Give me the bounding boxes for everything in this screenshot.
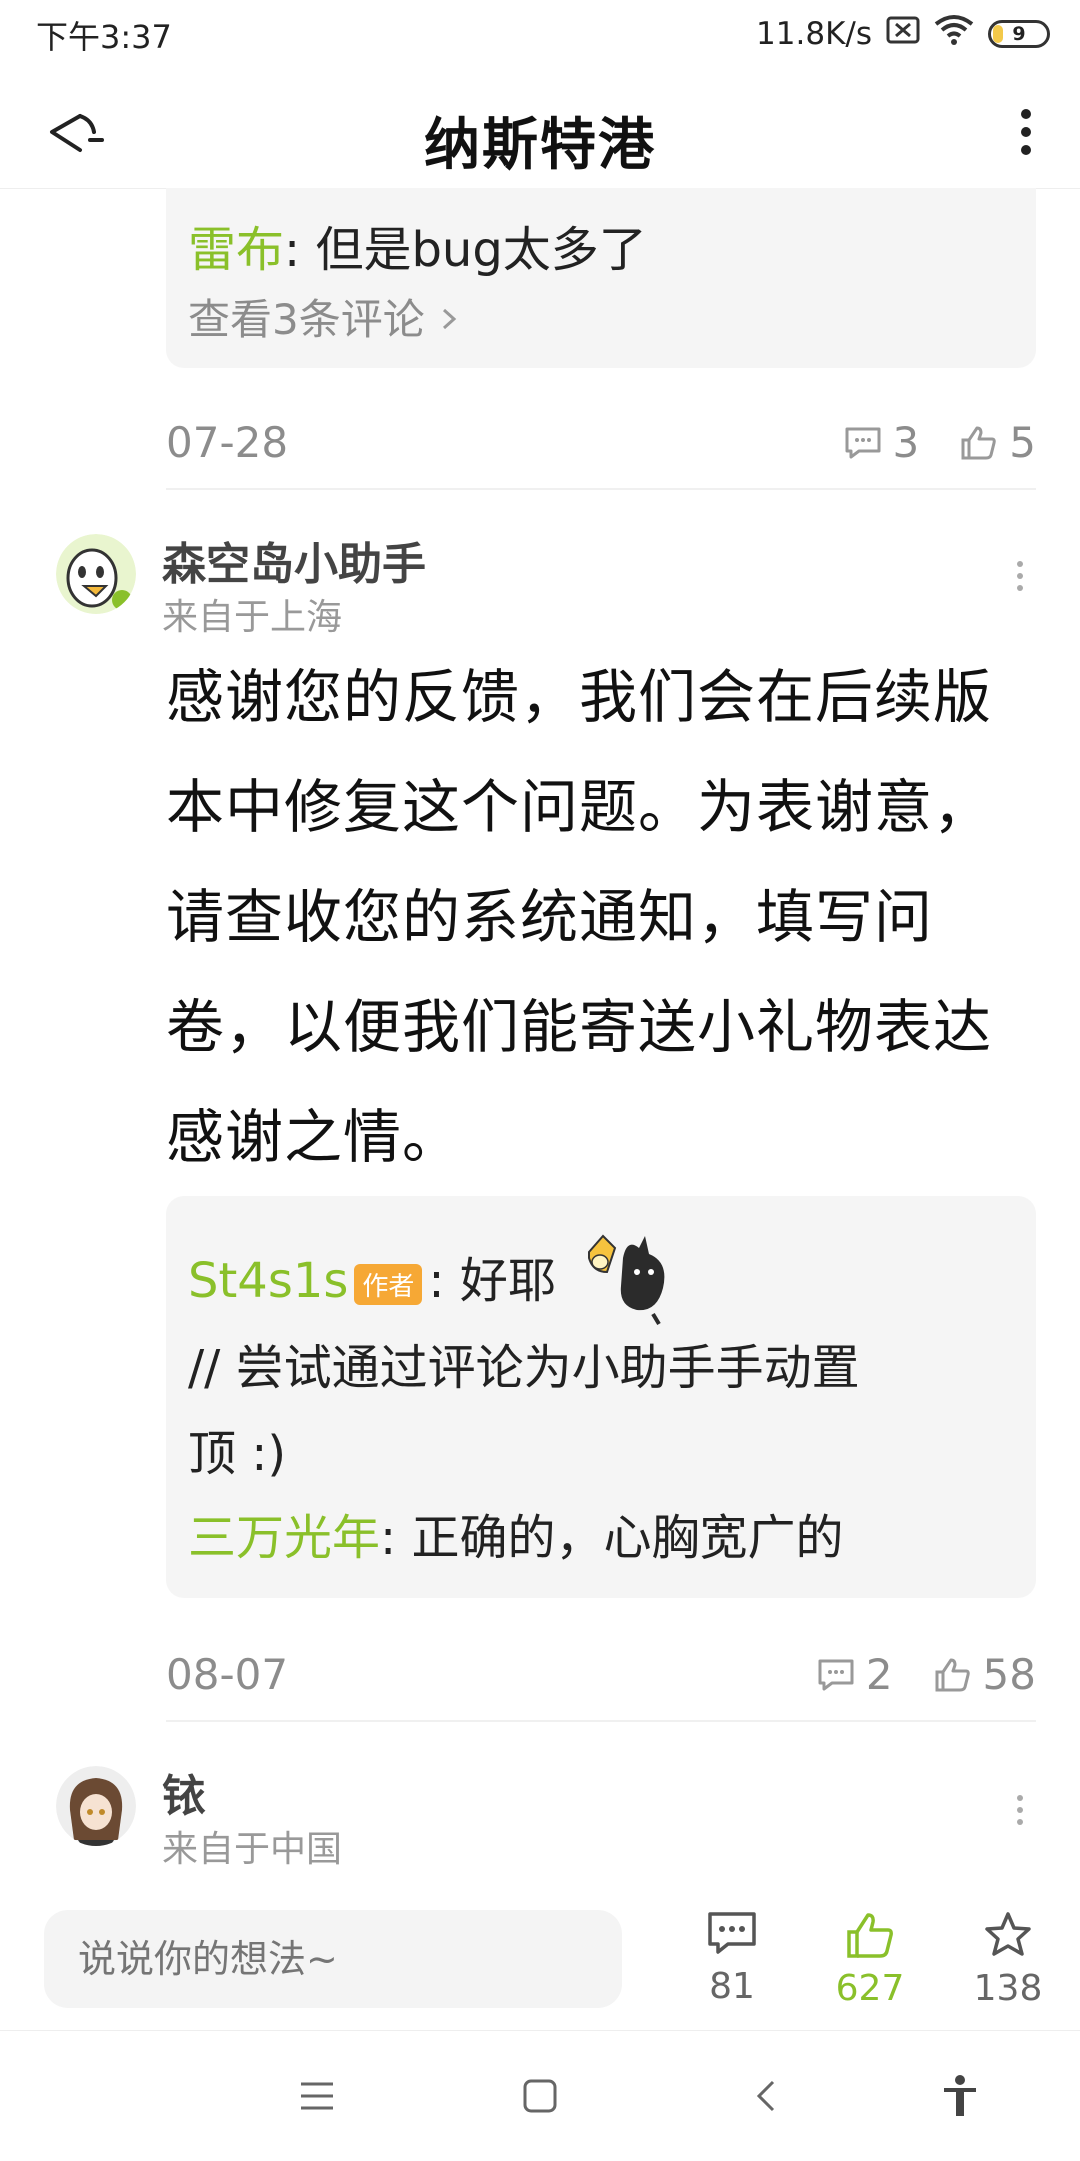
net-speed: 11.8K/s xyxy=(756,16,872,52)
more-vertical-icon xyxy=(1021,109,1031,155)
thumbs-up-icon xyxy=(961,426,997,459)
comment-line: 感谢之情。 xyxy=(166,1103,462,1171)
replies-card[interactable]: St4s1s 作者: 好耶 // 尝试通过评论为小助手手动置 顶 :) 三万光年:… xyxy=(166,1196,1036,1598)
more-vertical-icon xyxy=(1017,1795,1023,1825)
reply-continuation: 顶 :) xyxy=(188,1426,287,1482)
divider xyxy=(166,488,1036,490)
menu-icon xyxy=(301,2082,333,2110)
comment-more-button[interactable] xyxy=(1010,1790,1030,1830)
home-nav-button[interactable] xyxy=(505,2061,575,2131)
comment-line: 请查收您的系统通知，填写问 xyxy=(166,883,934,951)
reply-author[interactable]: 三万光年 xyxy=(188,1510,380,1566)
comment-icon xyxy=(845,427,881,458)
comment-username[interactable]: 铱 xyxy=(162,1760,206,1824)
back-nav-button[interactable] xyxy=(732,2061,802,2131)
favorites-count: 138 xyxy=(973,1968,1043,2009)
post-date: 07-28 xyxy=(166,418,289,467)
battery-level: 9 xyxy=(1012,23,1026,45)
star-icon xyxy=(985,1912,1031,1956)
reply-author[interactable]: St4s1s xyxy=(188,1253,348,1309)
reply-item: St4s1s 作者: 好耶 xyxy=(188,1228,677,1340)
comment-username[interactable]: 森空岛小助手 xyxy=(162,528,426,592)
post-meta-row: 08-07 2 58 xyxy=(166,1650,1036,1714)
divider xyxy=(166,1720,1036,1722)
status-time: 下午3:37 xyxy=(36,18,172,56)
battery-icon: 9 xyxy=(988,20,1050,48)
comment-input[interactable] xyxy=(44,1910,622,2008)
comment-count-button[interactable]: 3 xyxy=(843,418,920,467)
system-nav-bar xyxy=(0,2030,1080,2161)
back-chevron-icon xyxy=(756,2080,775,2112)
status-icons: 11.8K/s 9 xyxy=(756,10,1050,58)
status-bar: 下午3:37 11.8K/s 9 xyxy=(0,0,1080,72)
comment-line: 本中修复这个问题。为表谢意， xyxy=(166,773,993,841)
post-actions: 2 58 xyxy=(816,1650,1036,1699)
comment-icon xyxy=(818,1659,854,1690)
penguin-avatar-icon xyxy=(56,534,136,614)
reply-continuation: // 尝试通过评论为小助手手动置 xyxy=(188,1340,860,1396)
like-count-button[interactable]: 58 xyxy=(933,1650,1036,1699)
post-date: 08-07 xyxy=(166,1650,289,1699)
sim-off-icon xyxy=(886,15,920,53)
comment-body: 感谢您的反馈，我们会在后续版 本中修复这个问题。为表谢意， 请查收您的系统通知，… xyxy=(166,642,1056,1192)
reply-item: 三万光年: 正确的，心胸宽广的 xyxy=(188,1498,843,1568)
favorite-button[interactable]: 138 xyxy=(953,1910,1063,2009)
comment-line: 卷，以便我们能寄送小礼物表达 xyxy=(166,993,993,1061)
view-more-comments-link[interactable]: 查看3条评论 xyxy=(188,286,460,347)
sticker-icon xyxy=(583,1228,677,1340)
avatar[interactable] xyxy=(56,534,136,614)
comment-count: 2 xyxy=(865,1650,893,1699)
comment-count: 3 xyxy=(892,418,920,467)
post-actions: 3 5 xyxy=(843,418,1036,467)
menu-nav-button[interactable] xyxy=(282,2061,352,2131)
chevron-right-icon xyxy=(443,308,457,330)
comment-icon xyxy=(708,1912,756,1954)
home-square-icon xyxy=(523,2079,557,2113)
wifi-icon xyxy=(934,14,974,54)
comment-location: 来自于中国 xyxy=(162,1829,343,1870)
reply-line: 雷布: 但是bug太多了 xyxy=(188,210,647,280)
reply-author[interactable]: 雷布 xyxy=(188,222,284,278)
comments-button[interactable]: 81 xyxy=(677,1910,787,2007)
accessibility-icon xyxy=(944,2075,976,2116)
more-options-button[interactable] xyxy=(1006,98,1046,168)
comment-location: 来自于上海 xyxy=(162,597,343,638)
like-count: 58 xyxy=(982,1650,1036,1699)
author-badge: 作者 xyxy=(354,1263,423,1305)
reply-text: : 好耶 xyxy=(428,1253,556,1309)
accessibility-nav-button[interactable] xyxy=(925,2061,995,2131)
anime-avatar-icon xyxy=(56,1766,136,1846)
comment-line: 感谢您的反馈，我们会在后续版 xyxy=(166,663,993,731)
thumbs-up-icon xyxy=(847,1913,893,1958)
reply-text: : 但是bug太多了 xyxy=(284,222,647,278)
like-button[interactable]: 627 xyxy=(815,1910,925,2009)
comment-count-button[interactable]: 2 xyxy=(816,1650,893,1699)
thumbs-up-icon xyxy=(935,1658,970,1691)
post-meta-row: 07-28 3 5 xyxy=(166,418,1036,482)
avatar[interactable] xyxy=(56,1766,136,1846)
more-vertical-icon xyxy=(1017,561,1023,591)
likes-count: 627 xyxy=(835,1968,905,2009)
view-more-label: 查看3条评论 xyxy=(188,295,425,344)
comments-count: 81 xyxy=(709,1966,755,2007)
top-bar: 纳斯特港 xyxy=(0,72,1080,189)
reply-card[interactable]: 雷布: 但是bug太多了 查看3条评论 xyxy=(166,188,1036,368)
like-count: 5 xyxy=(1009,418,1036,467)
comment-bar: 81 627 138 xyxy=(0,1878,1080,2028)
like-count-button[interactable]: 5 xyxy=(959,418,1036,467)
comment-more-button[interactable] xyxy=(1010,556,1030,596)
reply-text: : 正确的，心胸宽广的 xyxy=(380,1510,844,1566)
page-title: 纳斯特港 xyxy=(424,113,656,178)
